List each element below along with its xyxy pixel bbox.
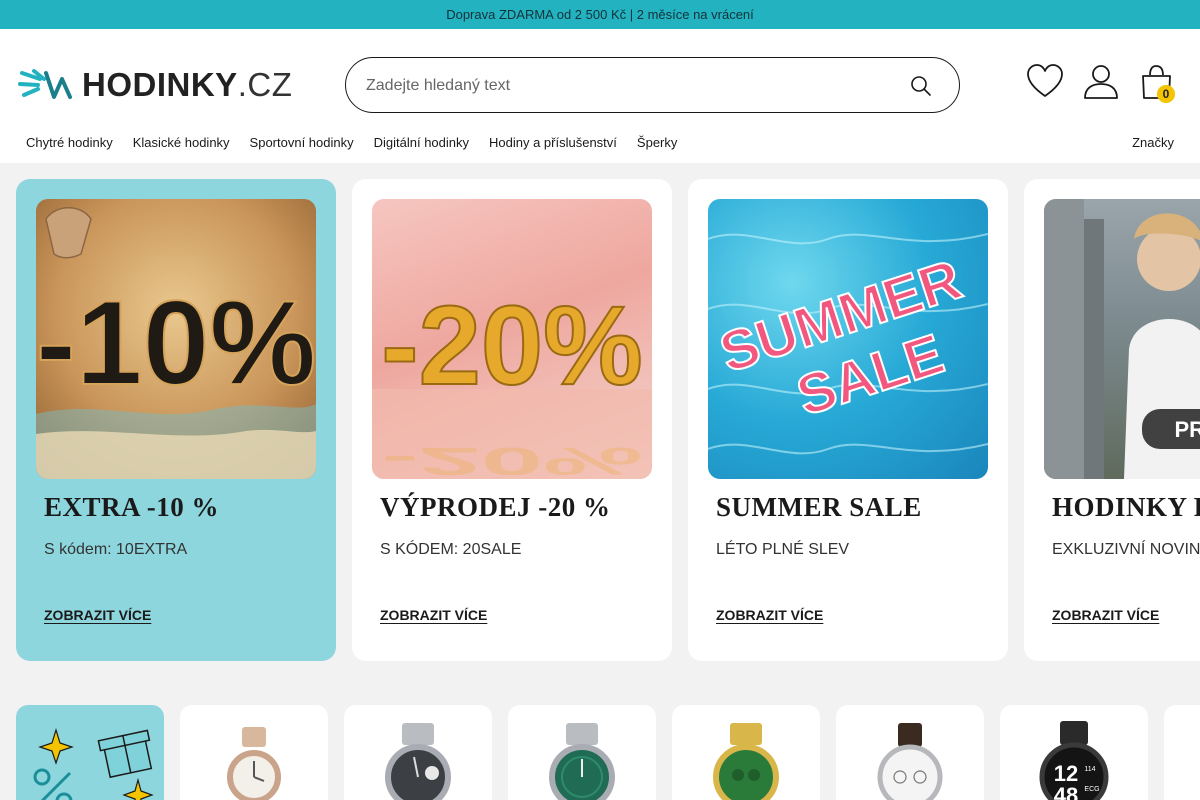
promo-show-more-link[interactable]: ZOBRAZIT VÍCE: [716, 607, 823, 623]
promo-title: HODINKY P: [1052, 492, 1200, 522]
logo-text: HODINKY.CZ: [82, 66, 292, 104]
nav-item-jewelry[interactable]: Šperky: [637, 135, 677, 150]
nav-item-classic-watches[interactable]: Klasické hodinky: [133, 135, 230, 150]
promo-carousel: -10% EXTRA -10 % S kódem: 10EXTRA ZOBRAZ…: [0, 179, 1200, 661]
product-category-row: 12 48 114 ECG: [0, 705, 1200, 800]
promo-subtitle: S kódem: 10EXTRA: [44, 541, 188, 558]
smartwatch-ecg-label: ECG: [1084, 786, 1099, 793]
promo-card-sale20[interactable]: -20% -20% VÝPRODEJ -20 % S KÓDEM: 20SALE…: [352, 179, 672, 661]
promo-show-more-link[interactable]: ZOBRAZIT VÍCE: [1052, 607, 1159, 623]
logo-main: HODINKY: [82, 66, 238, 103]
promo-image-watches-new: PRIM: [1044, 199, 1200, 479]
search-input[interactable]: [366, 72, 886, 100]
user-icon[interactable]: [1082, 63, 1120, 101]
watch-image: [385, 723, 451, 800]
category-tile-product[interactable]: [180, 705, 328, 800]
category-tile-product[interactable]: [508, 705, 656, 800]
heart-icon[interactable]: [1026, 63, 1064, 101]
promo-subtitle: EXKLUZIVNÍ NOVINK: [1052, 541, 1200, 558]
promo-card-extra10[interactable]: -10% EXTRA -10 % S kódem: 10EXTRA ZOBRAZ…: [16, 179, 336, 661]
smartwatch-heart-rate: 114: [1084, 766, 1095, 773]
category-tile-sale[interactable]: [16, 705, 164, 800]
promo-show-more-link[interactable]: ZOBRAZIT VÍCE: [380, 607, 487, 623]
nav-item-smart-watches[interactable]: Chytré hodinky: [26, 135, 113, 150]
search-box: [345, 57, 960, 113]
site-logo[interactable]: HODINKY.CZ: [18, 65, 292, 105]
category-tile-product[interactable]: 12 48 114 ECG: [1000, 705, 1148, 800]
watch-image: [877, 723, 943, 800]
logo-icon: [18, 69, 72, 99]
promo-graphic-summer: SUMMER SALE: [708, 233, 988, 455]
nav-item-clocks-accessories[interactable]: Hodiny a příslušenství: [489, 135, 617, 150]
promo-badge-reflection: -20%: [381, 440, 642, 479]
site-header: HODINKY.CZ 0 Chytré hodinky Klasické hod…: [0, 29, 1200, 163]
category-tile-product[interactable]: [1164, 705, 1200, 800]
promo-graphic-10: -10%: [36, 207, 316, 479]
promo-card-watches-new[interactable]: PRIM HODINKY P EXKLUZIVNÍ NOVINK ZOBRAZI…: [1024, 179, 1200, 661]
promo-badge-text: -20%: [381, 283, 642, 408]
promo-title: EXTRA -10 %: [44, 492, 220, 522]
watch-image: [713, 723, 779, 800]
cart-count-badge: 0: [1157, 85, 1175, 103]
logo-tld: .CZ: [237, 66, 293, 103]
smartwatch-minute: 48: [1054, 783, 1078, 800]
promo-image-summer-sale: SUMMER SALE: [708, 199, 988, 479]
promo-badge-text: -10%: [36, 276, 316, 410]
nav-item-sport-watches[interactable]: Sportovní hodinky: [250, 135, 354, 150]
promo-graphic-20: -20% -20%: [372, 282, 652, 479]
search-icon[interactable]: [909, 74, 933, 98]
promo-show-more-link[interactable]: ZOBRAZIT VÍCE: [44, 607, 151, 623]
category-tile-product[interactable]: [344, 705, 492, 800]
promo-image-extra10: -10%: [36, 199, 316, 479]
announcement-text: Doprava ZDARMA od 2 500 Kč | 2 měsíce na…: [446, 7, 754, 22]
main-nav: Chytré hodinky Klasické hodinky Sportovn…: [26, 135, 697, 150]
watch-image: [549, 723, 615, 800]
smartwatch-image: 12 48 114 ECG: [1039, 721, 1109, 800]
promo-graphic-model: PRIM: [1044, 199, 1200, 479]
promo-subtitle: S KÓDEM: 20SALE: [380, 541, 522, 558]
promo-image-sale20: -20% -20%: [372, 199, 652, 479]
promo-subtitle: LÉTO PLNÉ SLEV: [716, 541, 850, 558]
nav-item-digital-watches[interactable]: Digitální hodinky: [374, 135, 469, 150]
category-tile-product[interactable]: [836, 705, 984, 800]
sale-gift-icon: [33, 727, 154, 800]
promo-title: SUMMER SALE: [716, 492, 922, 522]
promo-card-summer-sale[interactable]: SUMMER SALE SUMMER SALE LÉTO PLNÉ SLEV Z…: [688, 179, 1008, 661]
announcement-bar: Doprava ZDARMA od 2 500 Kč | 2 měsíce na…: [0, 0, 1200, 29]
watch-image: [227, 727, 281, 800]
promo-badge-text: PRIM: [1175, 417, 1200, 442]
nav-item-brands[interactable]: Značky: [1132, 135, 1174, 150]
promo-title: VÝPRODEJ -20 %: [380, 492, 611, 522]
category-tile-product[interactable]: [672, 705, 820, 800]
